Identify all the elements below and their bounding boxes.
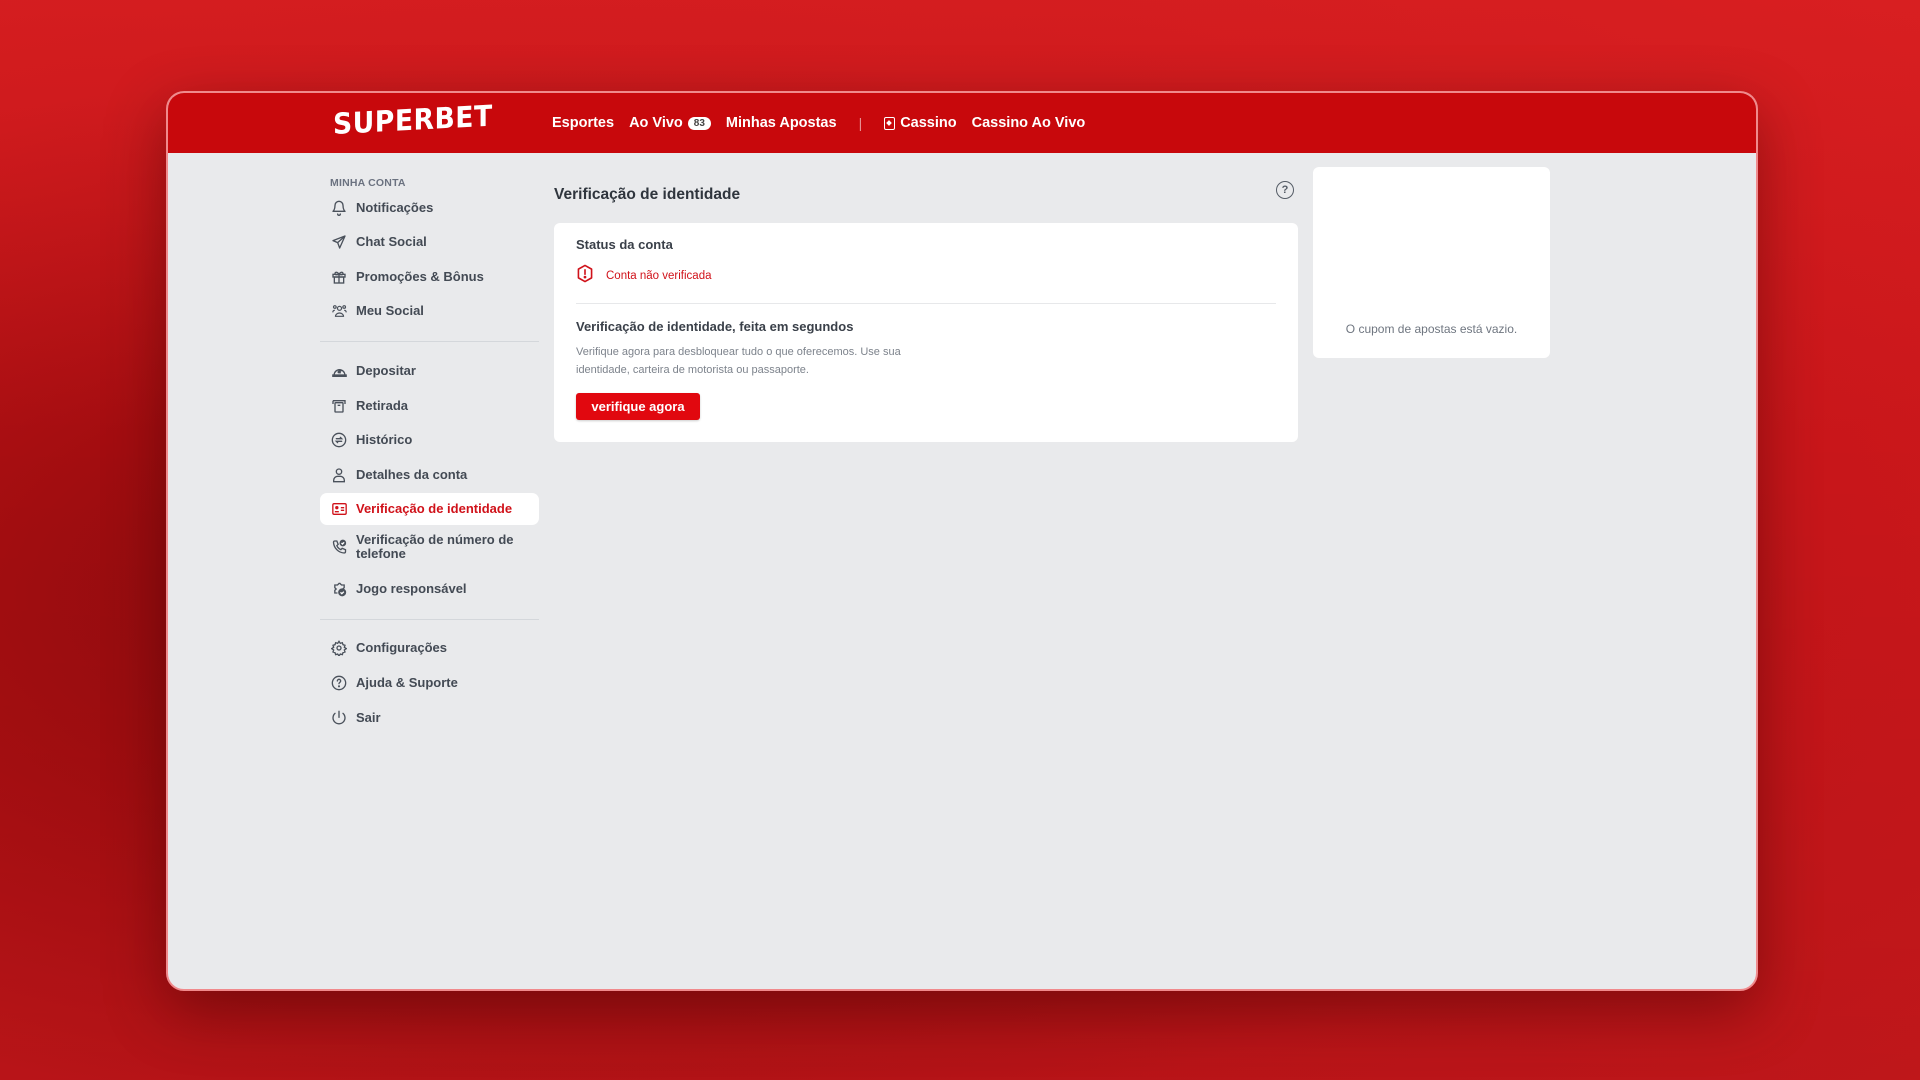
sidebar-item-historico[interactable]: Histórico [320, 424, 539, 456]
nav-cassino[interactable]: Cassino [884, 115, 957, 131]
sidebar-item-meu-social[interactable]: Meu Social [320, 295, 539, 327]
sidebar-item-label: Retirada [356, 398, 409, 413]
sidebar-item-chat-social[interactable]: Chat Social [320, 226, 539, 258]
sidebar-item-label: Ajuda & Suporte [356, 675, 458, 690]
withdraw-icon [330, 397, 348, 415]
gift-icon [330, 268, 348, 286]
sidebar-item-retirada[interactable]: Retirada [320, 390, 539, 422]
user-icon [330, 466, 348, 484]
sidebar-item-promocoes[interactable]: Promoções & Bônus [320, 261, 539, 293]
sidebar-item-detalhes-conta[interactable]: Detalhes da conta [320, 459, 539, 491]
sidebar-item-label: Histórico [356, 432, 413, 447]
page-title: Verificação de identidade [554, 186, 741, 203]
identity-verification-card: Status da conta Conta não verificada Ver… [554, 223, 1298, 442]
nav-cassino-ao-vivo[interactable]: Cassino Ao Vivo [972, 115, 1086, 131]
nav-label: Ao Vivo [629, 115, 683, 131]
account-status: Conta não verificada [576, 264, 711, 288]
sidebar-item-ajuda-suporte[interactable]: Ajuda & Suporte [320, 667, 539, 699]
nav-label: Esportes [552, 115, 615, 131]
id-card-icon [330, 500, 348, 518]
sidebar-item-label: Depositar [356, 363, 416, 378]
gear-icon [330, 639, 348, 657]
sidebar-item-verificacao-telefone[interactable]: Verificação de número de telefone [320, 529, 539, 565]
nav-label: Cassino [900, 115, 957, 131]
sidebar-section-title: MINHA CONTA [330, 177, 406, 189]
app-window: SUPERBET Esportes Ao Vivo 83 Minhas Apost… [166, 91, 1758, 991]
sidebar-item-label: Sair [356, 710, 381, 725]
sidebar-item-depositar[interactable]: Depositar [320, 355, 539, 387]
sidebar-item-label: Jogo responsável [356, 581, 467, 596]
sidebar-item-label: Chat Social [356, 234, 427, 249]
sidebar-item-label: Configurações [356, 640, 448, 655]
send-icon [330, 233, 348, 251]
sidebar-item-label: Verificação de identidade [356, 501, 513, 516]
history-icon [330, 431, 348, 449]
card-divider [576, 303, 1276, 304]
top-header: SUPERBET Esportes Ao Vivo 83 Minhas Apost… [168, 93, 1756, 153]
nav-esportes[interactable]: Esportes [552, 115, 614, 131]
bet-slip-panel: O cupom de apostas está vazio. [1313, 167, 1550, 358]
nav-label: Minhas Apostas [725, 115, 837, 131]
sidebar-item-notificacoes[interactable]: Notificações [320, 192, 539, 224]
sidebar-item-label: Notificações [356, 200, 434, 215]
nav-ao-vivo[interactable]: Ao Vivo 83 [629, 115, 711, 131]
nav-minhas-apostas[interactable]: Minhas Apostas [726, 115, 837, 131]
verify-now-button[interactable]: verifique agora [576, 393, 700, 420]
warning-hexagon-icon [576, 264, 594, 288]
nav-label: Cassino Ao Vivo [971, 115, 1086, 131]
deposit-icon [330, 362, 348, 380]
help-icon [330, 674, 348, 692]
phone-check-icon [330, 538, 348, 556]
sidebar-item-sair[interactable]: Sair [320, 702, 539, 734]
sidebar-divider [320, 619, 539, 620]
cards-icon [884, 116, 896, 130]
sidebar-item-label: Detalhes da conta [356, 467, 468, 482]
main-nav: Esportes Ao Vivo 83 Minhas Apostas | Cass… [552, 93, 1100, 153]
status-title: Status da conta [576, 237, 673, 252]
sidebar-item-verificacao-identidade[interactable]: Verificação de identidade [320, 493, 539, 525]
help-button[interactable]: ? [1276, 181, 1294, 199]
verification-description: Verifique agora para desbloquear tudo o … [576, 346, 901, 376]
verification-title: Verificação de identidade, feita em segu… [576, 319, 854, 334]
status-badge: Conta não verificada [606, 270, 712, 282]
bet-slip-empty-text: O cupom de apostas está vazio. [1345, 322, 1518, 336]
sidebar-item-label: Verificação de número de telefone [356, 532, 514, 561]
users-icon [330, 302, 348, 320]
sidebar-divider [320, 341, 539, 342]
live-count-badge: 83 [687, 116, 711, 130]
bell-icon [330, 199, 348, 217]
nav-separator: | [858, 115, 863, 131]
power-icon [330, 709, 348, 727]
sidebar-item-jogo-responsavel[interactable]: Jogo responsável [320, 573, 539, 605]
superbet-logo[interactable]: SUPERBET [333, 99, 493, 141]
sidebar-item-configuracoes[interactable]: Configurações [320, 632, 539, 664]
sidebar-item-label: Promoções & Bônus [356, 269, 484, 284]
sidebar-item-label: Meu Social [356, 303, 424, 318]
responsible-gaming-icon [330, 580, 348, 598]
